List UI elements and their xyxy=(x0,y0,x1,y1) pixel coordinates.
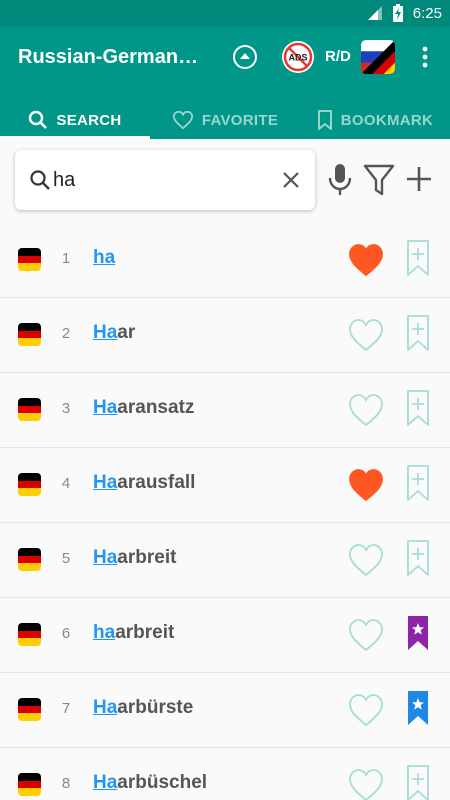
tab-favorite-label: FAVORITE xyxy=(201,111,279,129)
heart-filled-icon[interactable] xyxy=(347,467,385,503)
bookmark-add-icon[interactable] xyxy=(405,539,431,577)
result-index: 7 xyxy=(61,700,71,717)
result-word-match: Ha xyxy=(93,547,118,568)
heart-outline-icon[interactable] xyxy=(347,617,385,653)
list-item[interactable]: 5 Haarbreit xyxy=(0,523,450,598)
result-index: 8 xyxy=(61,775,71,792)
result-word-match: Ha xyxy=(93,397,118,418)
german-flag-icon xyxy=(18,698,41,721)
result-word-match: Ha xyxy=(93,772,118,793)
result-index: 2 xyxy=(61,325,71,342)
result-word[interactable]: Haarbreit xyxy=(93,547,176,569)
result-word[interactable]: ha xyxy=(93,247,115,269)
result-word-rest: arbürste xyxy=(117,697,194,718)
bookmark-add-icon[interactable] xyxy=(405,239,431,277)
search-icon xyxy=(30,170,50,190)
list-item[interactable]: 8 Haarbüschel xyxy=(0,748,450,800)
heart-outline-icon[interactable] xyxy=(347,317,385,353)
add-icon[interactable] xyxy=(405,165,433,193)
microphone-icon[interactable] xyxy=(326,163,354,197)
german-flag-icon xyxy=(18,398,41,421)
list-item[interactable]: 2 Haar xyxy=(0,298,450,373)
list-item[interactable]: 4 Haarausfall xyxy=(0,448,450,523)
result-word[interactable]: Haaransatz xyxy=(93,397,194,419)
result-word[interactable]: haarbreit xyxy=(93,622,174,644)
status-time: 6:25 xyxy=(412,4,442,22)
result-index: 4 xyxy=(61,475,71,492)
german-flag-icon xyxy=(18,248,41,271)
word-list: 1 ha 2 Haar 3 Haaransatz 4 Haarausfall 5… xyxy=(0,223,450,800)
app-bar: Russian-German Dictionary ADS R/D SEARCH xyxy=(0,27,450,140)
result-index: 3 xyxy=(61,400,71,417)
search-area xyxy=(0,139,450,223)
result-word-rest: ar xyxy=(117,322,136,343)
status-icons: 6:25 xyxy=(367,4,442,22)
result-word[interactable]: Haarbüschel xyxy=(93,772,207,794)
search-input[interactable] xyxy=(53,165,273,195)
result-word-rest: arbüschel xyxy=(117,772,208,793)
ads-badge-text: ADS xyxy=(288,53,307,63)
result-word-match: Ha xyxy=(93,697,118,718)
battery-icon xyxy=(392,4,403,22)
heart-outline-icon xyxy=(172,110,193,130)
german-flag-icon xyxy=(18,773,41,796)
result-word-rest: aransatz xyxy=(117,397,195,418)
result-word[interactable]: Haar xyxy=(93,322,135,344)
bookmark-add-icon[interactable] xyxy=(405,314,431,352)
list-item[interactable]: 7 Haarbürste xyxy=(0,673,450,748)
heart-outline-icon[interactable] xyxy=(347,392,385,428)
signal-icon xyxy=(367,6,382,20)
search-box[interactable] xyxy=(15,150,315,210)
german-flag-icon xyxy=(18,473,41,496)
search-icon xyxy=(29,110,48,129)
result-index: 5 xyxy=(61,550,71,567)
german-flag-icon xyxy=(18,323,41,346)
heart-filled-icon[interactable] xyxy=(347,242,385,278)
remove-ads-icon[interactable]: ADS xyxy=(281,40,315,74)
result-word[interactable]: Haarausfall xyxy=(93,472,195,494)
heart-outline-icon[interactable] xyxy=(347,692,385,728)
german-flag-icon xyxy=(18,548,41,571)
result-word-rest: arbreit xyxy=(117,547,177,568)
german-flag-icon xyxy=(18,623,41,646)
tab-favorite[interactable]: FAVORITE xyxy=(150,101,300,139)
more-options-icon[interactable] xyxy=(418,45,432,69)
bookmark-filled-icon[interactable] xyxy=(405,614,431,652)
bookmark-filled-icon[interactable] xyxy=(405,689,431,727)
bookmark-add-icon[interactable] xyxy=(405,464,431,502)
list-item[interactable]: 3 Haaransatz xyxy=(0,373,450,448)
result-word-rest: arausfall xyxy=(117,472,196,493)
eject-icon[interactable] xyxy=(232,44,258,70)
result-word-match: Ha xyxy=(93,322,118,343)
filter-icon[interactable] xyxy=(362,163,396,197)
result-word-match: ha xyxy=(93,622,116,643)
tab-bookmark[interactable]: BOOKMARK xyxy=(300,101,450,139)
tab-search-label: SEARCH xyxy=(56,111,122,129)
result-index: 1 xyxy=(61,250,71,267)
bookmark-add-icon[interactable] xyxy=(405,389,431,427)
list-item[interactable]: 6 haarbreit xyxy=(0,598,450,673)
tab-bookmark-label: BOOKMARK xyxy=(340,111,434,129)
result-word-match: ha xyxy=(93,247,116,268)
result-word[interactable]: Haarbürste xyxy=(93,697,193,719)
tab-search[interactable]: SEARCH xyxy=(0,101,150,140)
result-word-rest: arbreit xyxy=(115,622,175,643)
clear-icon[interactable] xyxy=(280,169,302,191)
heart-outline-icon[interactable] xyxy=(347,542,385,578)
list-item[interactable]: 1 ha xyxy=(0,223,450,298)
status-bar: 6:25 xyxy=(0,0,450,27)
direction-label[interactable]: R/D xyxy=(325,48,351,65)
heart-outline-icon[interactable] xyxy=(347,767,385,800)
bookmark-outline-icon xyxy=(317,110,332,130)
app-title: Russian-German Dictionary xyxy=(18,46,200,68)
russian-german-flag-icon[interactable] xyxy=(361,40,395,74)
result-word-match: Ha xyxy=(93,472,118,493)
bookmark-add-icon[interactable] xyxy=(405,764,431,800)
tab-bar: SEARCH FAVORITE BOOKMARK xyxy=(0,101,450,140)
result-index: 6 xyxy=(61,625,71,642)
